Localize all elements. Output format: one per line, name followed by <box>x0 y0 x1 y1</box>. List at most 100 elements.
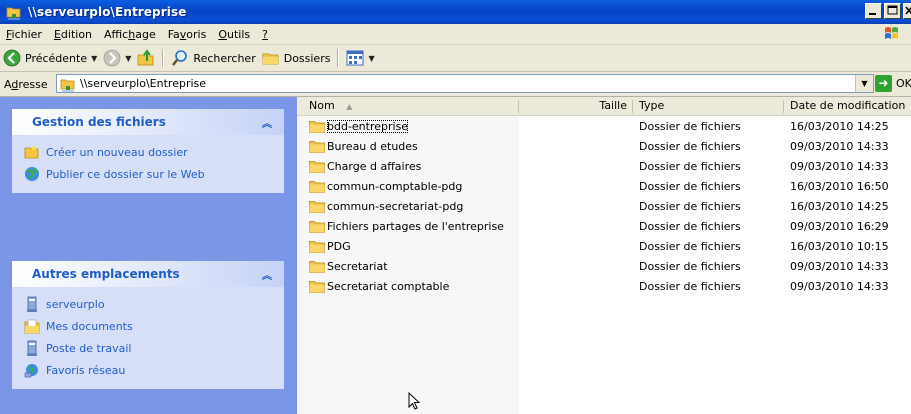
place-network[interactable]: Favoris réseau <box>24 359 284 381</box>
place-label: Mes documents <box>46 319 133 333</box>
computer-icon <box>24 340 40 356</box>
forward-arrow-icon <box>103 49 121 67</box>
task-new-folder[interactable]: Créer un nouveau dossier <box>24 141 284 163</box>
address-input[interactable]: \\serveurplo\Entreprise ▼ <box>56 74 874 93</box>
explorer-window: \\serveurplo\Entreprise Fichier Edition … <box>0 0 911 414</box>
file-type: Dossier de fichiers <box>639 240 741 253</box>
file-name: Fichiers partages de l'entreprise <box>327 220 504 233</box>
file-name-cell[interactable]: Secretariat <box>309 257 517 276</box>
file-name-cell[interactable]: Charge d affaires <box>309 157 517 176</box>
address-dropdown-button[interactable]: ▼ <box>855 75 873 92</box>
other-places-header[interactable]: Autres emplacements ︽ <box>12 261 284 287</box>
file-name-cell[interactable]: commun-secretariat-pdg <box>309 197 517 216</box>
folders-button[interactable]: Dossiers <box>259 47 334 69</box>
place-label: Favoris réseau <box>46 363 126 377</box>
documents-folder-icon <box>24 318 40 334</box>
column-header-name[interactable]: Nom ▲ <box>297 97 519 116</box>
up-folder-icon <box>138 49 154 66</box>
toolbar: Précédente ▼ ▼ Rechercher Dossiers ▼ <box>0 45 911 72</box>
place-my-computer[interactable]: Poste de travail <box>24 337 284 359</box>
back-button[interactable]: Précédente ▼ <box>0 47 100 69</box>
column-header-date[interactable]: Date de modification <box>784 97 911 116</box>
forward-button[interactable]: ▼ <box>100 47 134 69</box>
task-pane: Gestion des fichiers ︽ Créer un nouveau … <box>0 97 297 414</box>
menu-help[interactable]: ? <box>256 28 274 41</box>
column-header-size[interactable]: Taille <box>519 97 633 116</box>
up-folder-button[interactable] <box>134 47 158 69</box>
file-type: Dossier de fichiers <box>639 280 741 293</box>
views-button[interactable]: ▼ <box>343 47 377 69</box>
task-label: Créer un nouveau dossier <box>46 145 188 159</box>
windows-logo-icon <box>877 25 905 43</box>
views-icon <box>346 50 364 66</box>
table-row[interactable]: Charge d affaires Dossier de fichiers 09/0… <box>297 157 911 176</box>
place-label: serveurplo <box>46 297 105 311</box>
file-name: commun-comptable-pdg <box>327 180 463 193</box>
close-button[interactable] <box>903 3 911 19</box>
menu-favoris[interactable]: Favoris <box>162 28 213 41</box>
toolbar-separator <box>337 49 340 67</box>
table-row[interactable]: PDG Dossier de fichiers 16/03/2010 10:15 <box>297 237 911 256</box>
file-tasks-header[interactable]: Gestion des fichiers ︽ <box>12 109 284 135</box>
other-places-panel: Autres emplacements ︽ serveurplo Mes doc… <box>12 261 284 389</box>
file-type: Dossier de fichiers <box>639 180 741 193</box>
forward-dropdown-icon[interactable]: ▼ <box>125 54 131 63</box>
window-title: \\serveurplo\Entreprise <box>28 5 187 19</box>
table-row[interactable]: commun-comptable-pdg Dossier de fichiers 1… <box>297 177 911 196</box>
menu-affichage[interactable]: Affichage <box>98 28 162 41</box>
back-dropdown-icon[interactable]: ▼ <box>91 54 97 63</box>
file-name-cell[interactable]: Bureau d etudes <box>309 137 517 156</box>
file-type: Dossier de fichiers <box>639 160 741 173</box>
folder-icon <box>309 240 325 253</box>
file-date: 16/03/2010 14:25 <box>790 200 889 213</box>
go-button[interactable]: ➜ OK <box>875 75 911 92</box>
place-serveurplo[interactable]: serveurplo <box>24 293 284 315</box>
maximize-button[interactable] <box>884 3 901 19</box>
table-row[interactable]: Bureau d etudes Dossier de fichiers 09/03/… <box>297 137 911 156</box>
mouse-cursor-icon <box>408 392 421 410</box>
computer-icon <box>24 296 40 312</box>
folder-icon <box>309 120 325 133</box>
file-name-cell[interactable]: bdd-entreprise <box>309 117 517 136</box>
folder-icon <box>309 180 325 193</box>
file-name-cell[interactable]: Fichiers partages de l'entreprise <box>309 217 517 236</box>
file-name: Secretariat <box>327 260 388 273</box>
column-header-type[interactable]: Type <box>633 97 784 116</box>
file-name-cell[interactable]: Secretariat comptable <box>309 277 517 296</box>
views-dropdown-icon[interactable]: ▼ <box>368 54 374 63</box>
file-list: Nom ▲ Taille Type Date de modification b… <box>297 97 911 414</box>
file-name: Bureau d etudes <box>327 140 418 153</box>
address-label: Adresse <box>4 77 48 91</box>
back-label: Précédente <box>25 51 88 65</box>
column-date-label: Date de modification <box>790 99 906 112</box>
search-button[interactable]: Rechercher <box>168 47 258 69</box>
folders-icon <box>262 53 279 65</box>
file-name-cell[interactable]: commun-comptable-pdg <box>309 177 517 196</box>
table-row[interactable]: Secretariat Dossier de fichiers 09/03/2010… <box>297 257 911 276</box>
search-icon <box>172 50 188 66</box>
table-row[interactable]: bdd-entreprise Dossier de fichiers 16/03/2… <box>297 117 911 136</box>
search-label: Rechercher <box>193 51 256 65</box>
file-tasks-title: Gestion des fichiers <box>32 115 166 129</box>
collapse-chevron-icon[interactable]: ︽ <box>262 115 272 130</box>
table-row[interactable]: Secretariat comptable Dossier de fichiers… <box>297 277 911 296</box>
menu-outils[interactable]: Outils <box>212 28 256 41</box>
minimize-button[interactable] <box>865 3 882 19</box>
file-name-cell[interactable]: PDG <box>309 237 517 256</box>
other-places-body: serveurplo Mes documents Poste de travai… <box>12 287 284 389</box>
file-name: bdd-entreprise <box>327 120 409 133</box>
folder-icon <box>309 160 325 173</box>
title-bar[interactable]: \\serveurplo\Entreprise <box>0 0 911 24</box>
place-my-documents[interactable]: Mes documents <box>24 315 284 337</box>
table-row[interactable]: Fichiers partages de l'entreprise Dossier… <box>297 217 911 236</box>
task-publish-web[interactable]: Publier ce dossier sur le Web <box>24 163 284 185</box>
menu-edition[interactable]: Edition <box>48 28 98 41</box>
address-value: \\serveurplo\Entreprise <box>80 77 207 90</box>
folder-icon <box>309 260 325 273</box>
file-date: 09/03/2010 14:33 <box>790 260 889 273</box>
folders-label: Dossiers <box>283 51 331 65</box>
menu-fichier[interactable]: Fichier <box>0 28 48 41</box>
globe-icon <box>24 166 40 182</box>
collapse-chevron-icon[interactable]: ︽ <box>262 267 272 282</box>
table-row[interactable]: commun-secretariat-pdg Dossier de fichier… <box>297 197 911 216</box>
